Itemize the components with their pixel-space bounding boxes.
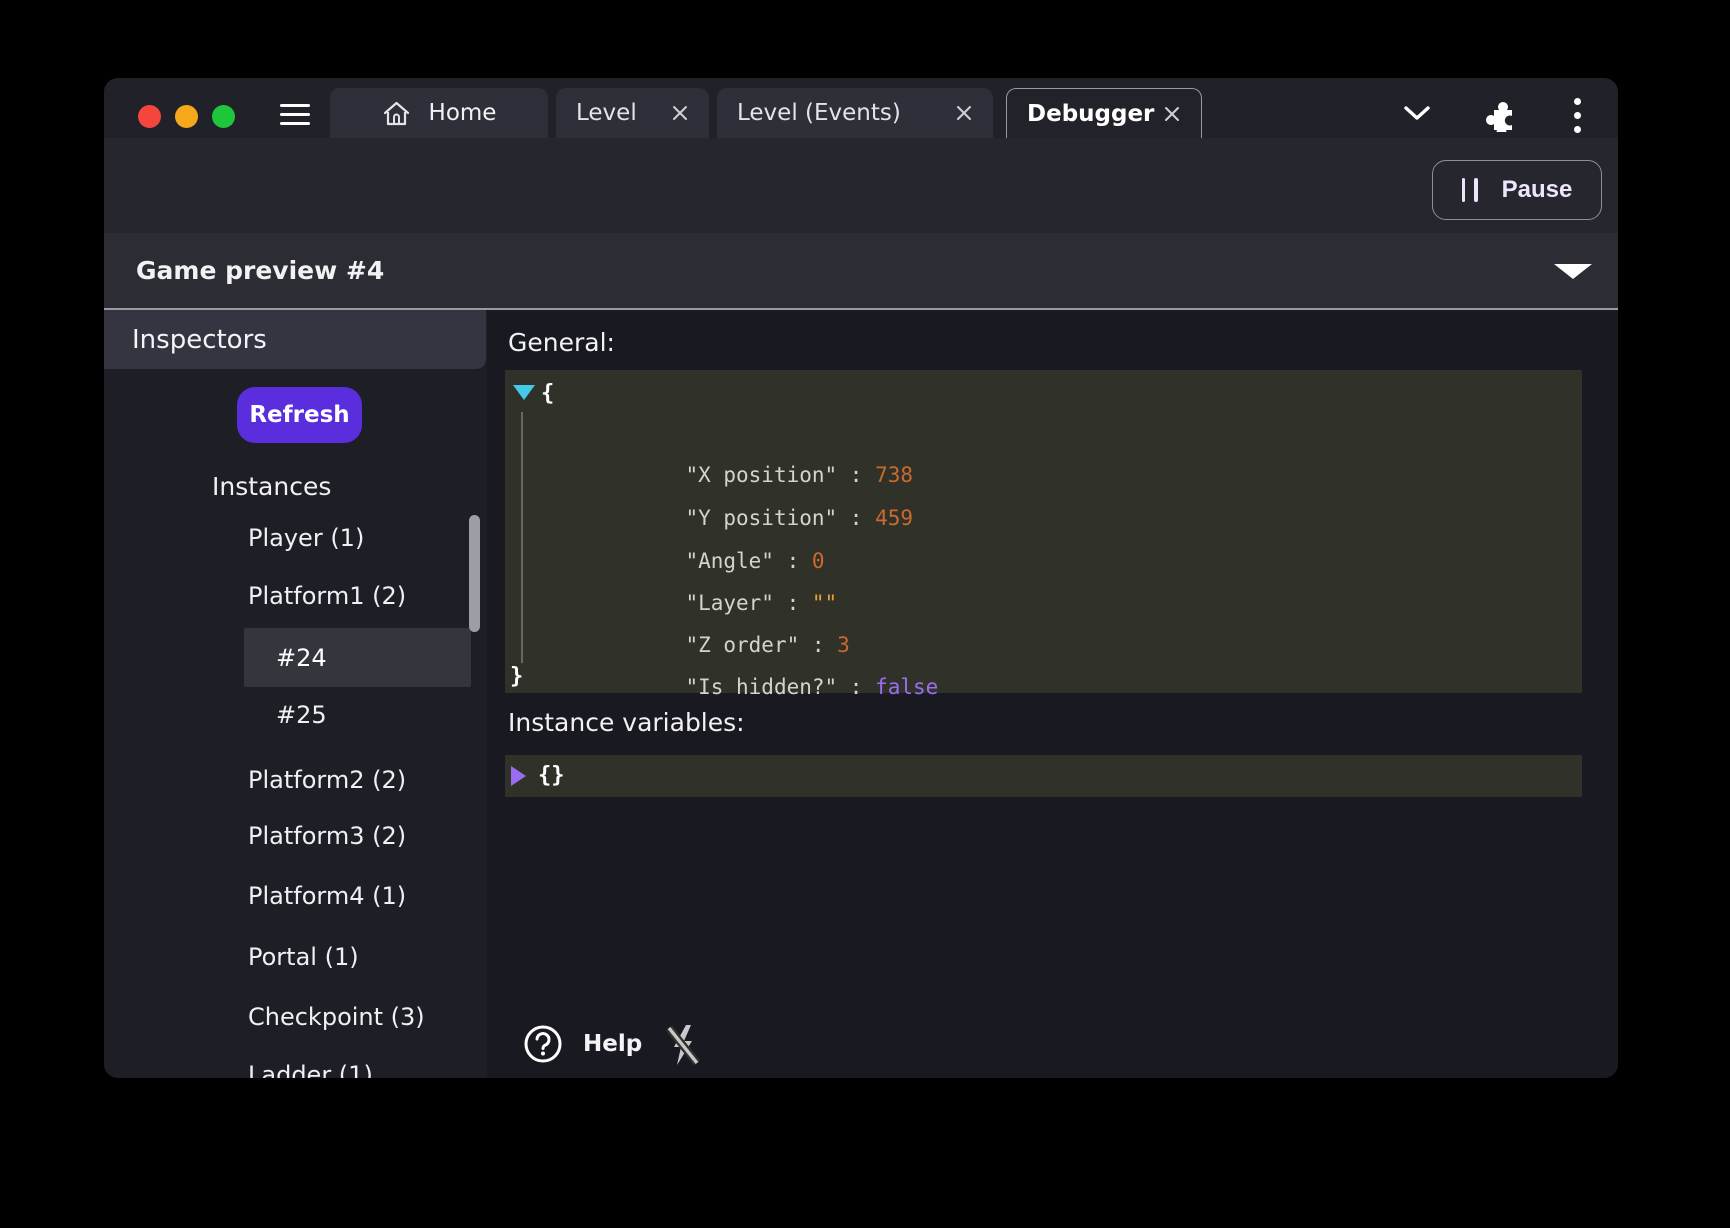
question-circle-icon	[523, 1024, 563, 1064]
minimize-window-button[interactable]	[175, 105, 198, 128]
instance-variables-json-view: {}	[505, 755, 1582, 797]
flash-off-icon[interactable]	[661, 1022, 705, 1068]
instance-item-25[interactable]: #25	[244, 685, 471, 744]
debugger-toolbar: Pause	[104, 138, 1618, 233]
json-entry: "Z order" : 3	[559, 582, 850, 624]
instance-item-platform2[interactable]: Platform2 (2)	[244, 750, 471, 809]
indent-guide	[521, 412, 523, 663]
home-icon	[382, 100, 411, 127]
tab-level-label: Level	[576, 100, 637, 126]
instance-item-checkpoint[interactable]: Checkpoint (3)	[244, 987, 471, 1046]
close-tab-icon[interactable]	[1163, 105, 1181, 123]
empty-object-braces: {}	[538, 755, 565, 797]
json-entry: "Angle" : 0	[559, 498, 825, 540]
close-tab-icon[interactable]	[955, 104, 973, 122]
help-button-label: Help	[583, 1031, 642, 1057]
app-window: Home Level Level (Events) Debugger	[104, 78, 1618, 1078]
help-button[interactable]: Help	[523, 1024, 642, 1064]
instance-item-24[interactable]: #24	[244, 628, 471, 687]
json-entry: "X position" : 738	[559, 412, 913, 454]
collapse-node-icon[interactable]	[513, 385, 535, 400]
json-entry: "Is hidden?" : false	[559, 624, 938, 666]
pause-button[interactable]: Pause	[1432, 160, 1602, 220]
instance-item-platform3[interactable]: Platform3 (2)	[244, 806, 471, 865]
pause-icon	[1462, 178, 1478, 202]
inspector-detail-panel: General: { "X position" : 738 "Y positio…	[487, 310, 1618, 1078]
instance-item-platform1[interactable]: Platform1 (2)	[244, 566, 471, 625]
open-brace: {	[541, 373, 554, 415]
tab-level-events-label: Level (Events)	[737, 100, 901, 126]
sidebar-scrollbar[interactable]	[469, 515, 480, 632]
close-window-button[interactable]	[138, 105, 161, 128]
inspectors-sidebar: Inspectors Refresh Instances Player (1) …	[104, 310, 487, 1078]
json-value[interactable]: false	[875, 675, 938, 699]
game-preview-title: Game preview #4	[136, 233, 384, 308]
tab-debugger-label: Debugger	[1027, 101, 1154, 127]
json-key: "Is hidden?"	[685, 675, 837, 699]
instance-item-ladder[interactable]: Ladder (1)	[244, 1045, 471, 1078]
tab-bar: Home Level Level (Events) Debugger	[330, 88, 1210, 138]
expand-node-icon[interactable]	[511, 766, 526, 786]
game-preview-header[interactable]: Game preview #4	[104, 233, 1618, 310]
more-options-kebab-icon[interactable]	[1574, 98, 1581, 133]
debugger-content: Inspectors Refresh Instances Player (1) …	[104, 310, 1618, 1078]
json-entry: "Layer" : ""	[559, 540, 837, 582]
refresh-button[interactable]: Refresh	[237, 387, 362, 443]
tab-level-events[interactable]: Level (Events)	[717, 88, 993, 138]
close-tab-icon[interactable]	[671, 104, 689, 122]
tab-debugger[interactable]: Debugger	[1006, 88, 1202, 138]
close-brace: }	[510, 656, 523, 698]
instance-item-player[interactable]: Player (1)	[244, 508, 471, 567]
instance-variables-section-label: Instance variables:	[508, 708, 745, 737]
inspectors-header: Inspectors	[104, 310, 486, 369]
zoom-window-button[interactable]	[212, 105, 235, 128]
caret-down-icon[interactable]	[1554, 264, 1592, 279]
instance-item-platform4[interactable]: Platform4 (1)	[244, 866, 471, 925]
json-value[interactable]: 459	[875, 506, 913, 530]
extensions-puzzle-icon[interactable]	[1483, 96, 1519, 132]
instances-group-label[interactable]: Instances	[212, 461, 331, 511]
hamburger-menu-icon[interactable]	[280, 104, 310, 128]
general-section-label: General:	[508, 328, 615, 357]
titlebar: Home Level Level (Events) Debugger	[104, 78, 1618, 138]
general-json-view: { "X position" : 738 "Y position" : 459 …	[505, 370, 1582, 693]
chevron-down-icon[interactable]	[1403, 105, 1431, 122]
json-entry: "Y position" : 459	[559, 455, 913, 497]
pause-button-label: Pause	[1502, 176, 1573, 204]
instance-item-portal[interactable]: Portal (1)	[244, 927, 471, 986]
tab-home-label: Home	[429, 100, 497, 126]
tab-level[interactable]: Level	[556, 88, 709, 138]
tab-home[interactable]: Home	[330, 88, 548, 138]
